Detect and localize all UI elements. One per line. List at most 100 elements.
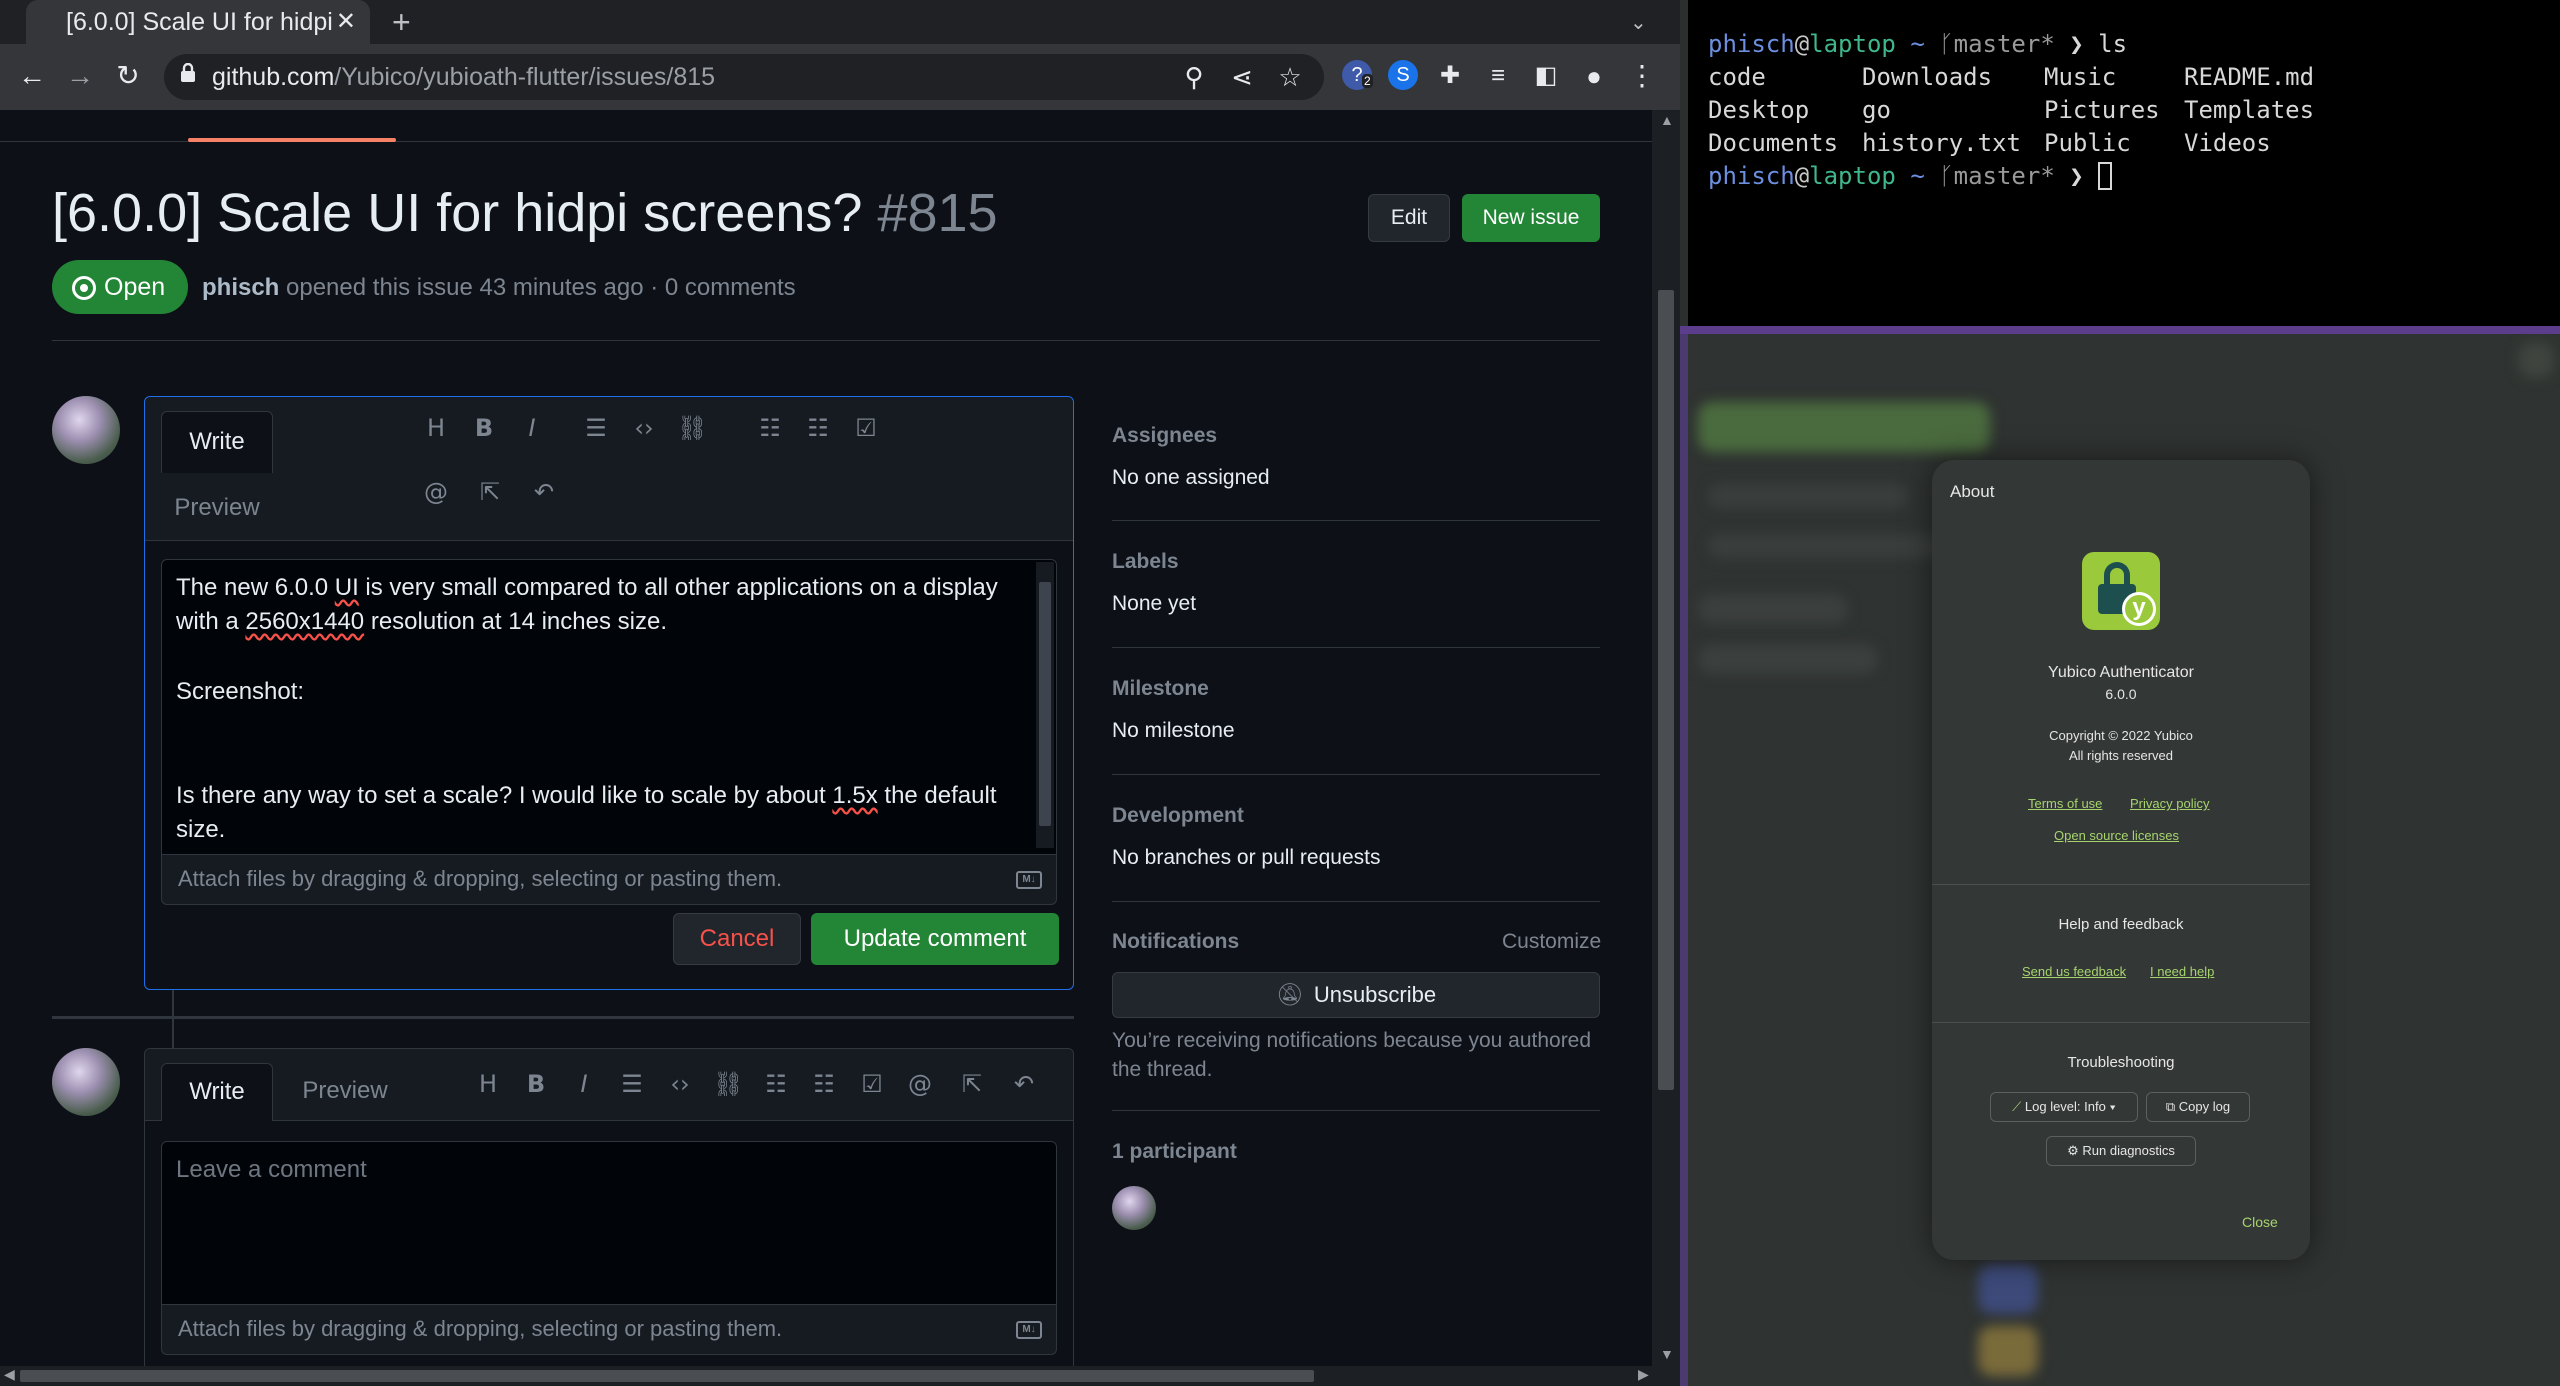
cross-reference-icon[interactable]: ⇱ bbox=[475, 477, 505, 507]
forward-arrow-icon[interactable]: → bbox=[60, 58, 100, 94]
blurred-element bbox=[1708, 534, 1948, 558]
issue-state-badge: Open bbox=[52, 260, 188, 314]
edit-title-button[interactable]: Edit bbox=[1368, 194, 1450, 242]
extensions-puzzle-icon[interactable]: ✚ bbox=[1430, 58, 1470, 94]
tab-title: [6.0.0] Scale UI for hidpi screens? bbox=[66, 8, 334, 36]
scrollbar-thumb[interactable] bbox=[20, 1370, 1314, 1382]
code-icon[interactable]: ‹› bbox=[665, 1069, 695, 1099]
labels-heading[interactable]: Labels bbox=[1112, 550, 1179, 574]
address-bar[interactable]: github.com/Yubico/yubioath-flutter/issue… bbox=[164, 54, 1324, 100]
mention-icon[interactable]: @ bbox=[421, 477, 451, 507]
notifications-heading: Notifications bbox=[1112, 930, 1240, 953]
send-feedback-link[interactable]: Send us feedback bbox=[2022, 964, 2126, 979]
page-horizontal-scrollbar[interactable]: ◀ ▶ bbox=[0, 1366, 1680, 1386]
issue-open-icon bbox=[72, 276, 96, 300]
participant-avatar[interactable] bbox=[1112, 1186, 1156, 1230]
new-issue-button[interactable]: New issue bbox=[1462, 194, 1600, 242]
new-comment-textarea[interactable]: Leave a comment bbox=[161, 1141, 1057, 1305]
development-value: No branches or pull requests bbox=[1112, 846, 1381, 869]
browser-tab[interactable]: [6.0.0] Scale UI for hidpi screens? ✕ bbox=[26, 0, 370, 44]
privacy-policy-link[interactable]: Privacy policy bbox=[2130, 796, 2209, 811]
development-heading[interactable]: Development bbox=[1112, 804, 1244, 828]
extension-help-icon[interactable]: ? 2 bbox=[1342, 60, 1373, 90]
code-icon[interactable]: ‹› bbox=[629, 413, 659, 443]
terms-of-use-link[interactable]: Terms of use bbox=[2028, 796, 2102, 811]
zoom-icon[interactable]: ⚲ bbox=[1176, 60, 1212, 94]
shazam-extension-icon[interactable]: S bbox=[1388, 60, 1418, 90]
copy-log-button[interactable]: ⧉ Copy log bbox=[2146, 1092, 2250, 1122]
markdown-icon[interactable]: M↓ bbox=[1016, 1321, 1042, 1339]
scrollbar-thumb[interactable] bbox=[1658, 290, 1674, 1090]
new-tab-button[interactable]: + bbox=[392, 2, 411, 42]
avatar[interactable] bbox=[52, 396, 120, 464]
back-arrow-icon[interactable]: ← bbox=[12, 58, 52, 94]
textarea-scrollbar[interactable] bbox=[1036, 562, 1054, 848]
customize-link[interactable]: Customize bbox=[1502, 930, 1601, 954]
tab-preview[interactable]: Preview bbox=[285, 1063, 405, 1119]
heading-icon[interactable]: H bbox=[473, 1069, 503, 1099]
bookmark-star-icon[interactable]: ☆ bbox=[1272, 60, 1308, 94]
scroll-down-arrow-icon[interactable]: ▼ bbox=[1660, 1346, 1674, 1362]
link-icon[interactable]: ⛓ bbox=[677, 413, 707, 443]
numbered-list-icon[interactable]: ☷ bbox=[803, 413, 833, 443]
reload-icon[interactable]: ↻ bbox=[108, 58, 148, 94]
help-feedback-heading: Help and feedback bbox=[2058, 916, 2184, 933]
share-icon[interactable]: ⋖ bbox=[1224, 60, 1260, 94]
tab-write[interactable]: Write bbox=[161, 1063, 273, 1121]
run-diagnostics-button[interactable]: ⚙ Run diagnostics bbox=[2046, 1136, 2196, 1166]
scroll-left-arrow-icon[interactable]: ◀ bbox=[4, 1366, 15, 1383]
tab-search-chevron-icon[interactable]: ⌄ bbox=[1630, 10, 1647, 35]
saved-reply-icon[interactable]: ↶ bbox=[529, 477, 559, 507]
scrollbar-thumb[interactable] bbox=[1039, 582, 1051, 826]
avatar[interactable] bbox=[52, 1048, 120, 1116]
link-icon[interactable]: ⛓ bbox=[713, 1069, 743, 1099]
need-help-link[interactable]: I need help bbox=[2150, 964, 2214, 979]
window-border bbox=[1680, 326, 2560, 334]
heading-icon[interactable]: H bbox=[421, 413, 451, 443]
saved-reply-icon[interactable]: ↶ bbox=[1009, 1069, 1039, 1099]
numbered-list-icon[interactable]: ☷ bbox=[809, 1069, 839, 1099]
run-diagnostics-label: Run diagnostics bbox=[2082, 1143, 2175, 1158]
attach-hint: Attach files by dragging & dropping, sel… bbox=[178, 866, 783, 891]
milestone-heading[interactable]: Milestone bbox=[1112, 677, 1209, 701]
media-queue-icon[interactable]: ≡ bbox=[1478, 58, 1518, 94]
bulleted-list-icon[interactable]: ☷ bbox=[761, 1069, 791, 1099]
scroll-right-arrow-icon[interactable]: ▶ bbox=[1638, 1366, 1649, 1383]
italic-icon[interactable]: I bbox=[569, 1069, 599, 1099]
browser-toolbar: ← → ↻ github.com/Yubico/yubioath-flutter… bbox=[0, 44, 1680, 110]
open-source-licenses-link[interactable]: Open source licenses bbox=[2054, 828, 2179, 843]
task-list-icon[interactable]: ☑ bbox=[857, 1069, 887, 1099]
mention-icon[interactable]: @ bbox=[905, 1069, 935, 1099]
tab-preview[interactable]: Preview bbox=[161, 493, 273, 523]
quote-icon[interactable]: ☰ bbox=[617, 1069, 647, 1099]
bold-icon[interactable]: B bbox=[469, 413, 499, 443]
bold-icon[interactable]: B bbox=[521, 1069, 551, 1099]
app-name: Yubico Authenticator bbox=[2048, 664, 2194, 681]
issue-author-link[interactable]: phisch bbox=[202, 274, 279, 301]
assignees-heading[interactable]: Assignees bbox=[1112, 424, 1217, 448]
markdown-icon[interactable]: M↓ bbox=[1016, 871, 1042, 889]
cross-reference-icon[interactable]: ⇱ bbox=[957, 1069, 987, 1099]
unsubscribe-button[interactable]: 🔕︎ Unsubscribe bbox=[1112, 972, 1600, 1018]
task-list-icon[interactable]: ☑ bbox=[851, 413, 881, 443]
cancel-button[interactable]: Cancel bbox=[673, 913, 801, 965]
sidebar-divider bbox=[1112, 774, 1600, 775]
tab-close-icon[interactable]: ✕ bbox=[336, 0, 356, 44]
bulleted-list-icon[interactable]: ☷ bbox=[755, 413, 785, 443]
quote-icon[interactable]: ☰ bbox=[581, 413, 611, 443]
side-panel-icon[interactable]: ◧ bbox=[1526, 58, 1566, 94]
page-vertical-scrollbar[interactable]: ▲ ▼ bbox=[1652, 110, 1680, 1366]
log-level-dropdown[interactable]: ⟋ Log level: Info ▾ bbox=[1990, 1092, 2138, 1122]
profile-avatar-icon[interactable]: ● bbox=[1574, 58, 1614, 94]
comment-line: The new 6.0.0 UI is very small compared … bbox=[176, 574, 998, 601]
terminal-window[interactable]: phisch@laptop ~ ᚴmaster* ❯ ls code Downlo… bbox=[1688, 0, 2560, 326]
close-button[interactable]: Close bbox=[2242, 1214, 2278, 1230]
attach-files-bar[interactable]: Attach files by dragging & dropping, sel… bbox=[161, 1305, 1057, 1355]
scroll-up-arrow-icon[interactable]: ▲ bbox=[1660, 112, 1674, 128]
update-comment-button[interactable]: Update comment bbox=[811, 913, 1059, 965]
italic-icon[interactable]: I bbox=[517, 413, 547, 443]
menu-kebab-icon[interactable]: ⋮ bbox=[1622, 58, 1662, 94]
tab-write[interactable]: Write bbox=[161, 411, 273, 473]
attach-files-bar[interactable]: Attach files by dragging & dropping, sel… bbox=[161, 855, 1057, 905]
edit-comment-textarea[interactable]: The new 6.0.0 UI is very small compared … bbox=[161, 559, 1057, 855]
